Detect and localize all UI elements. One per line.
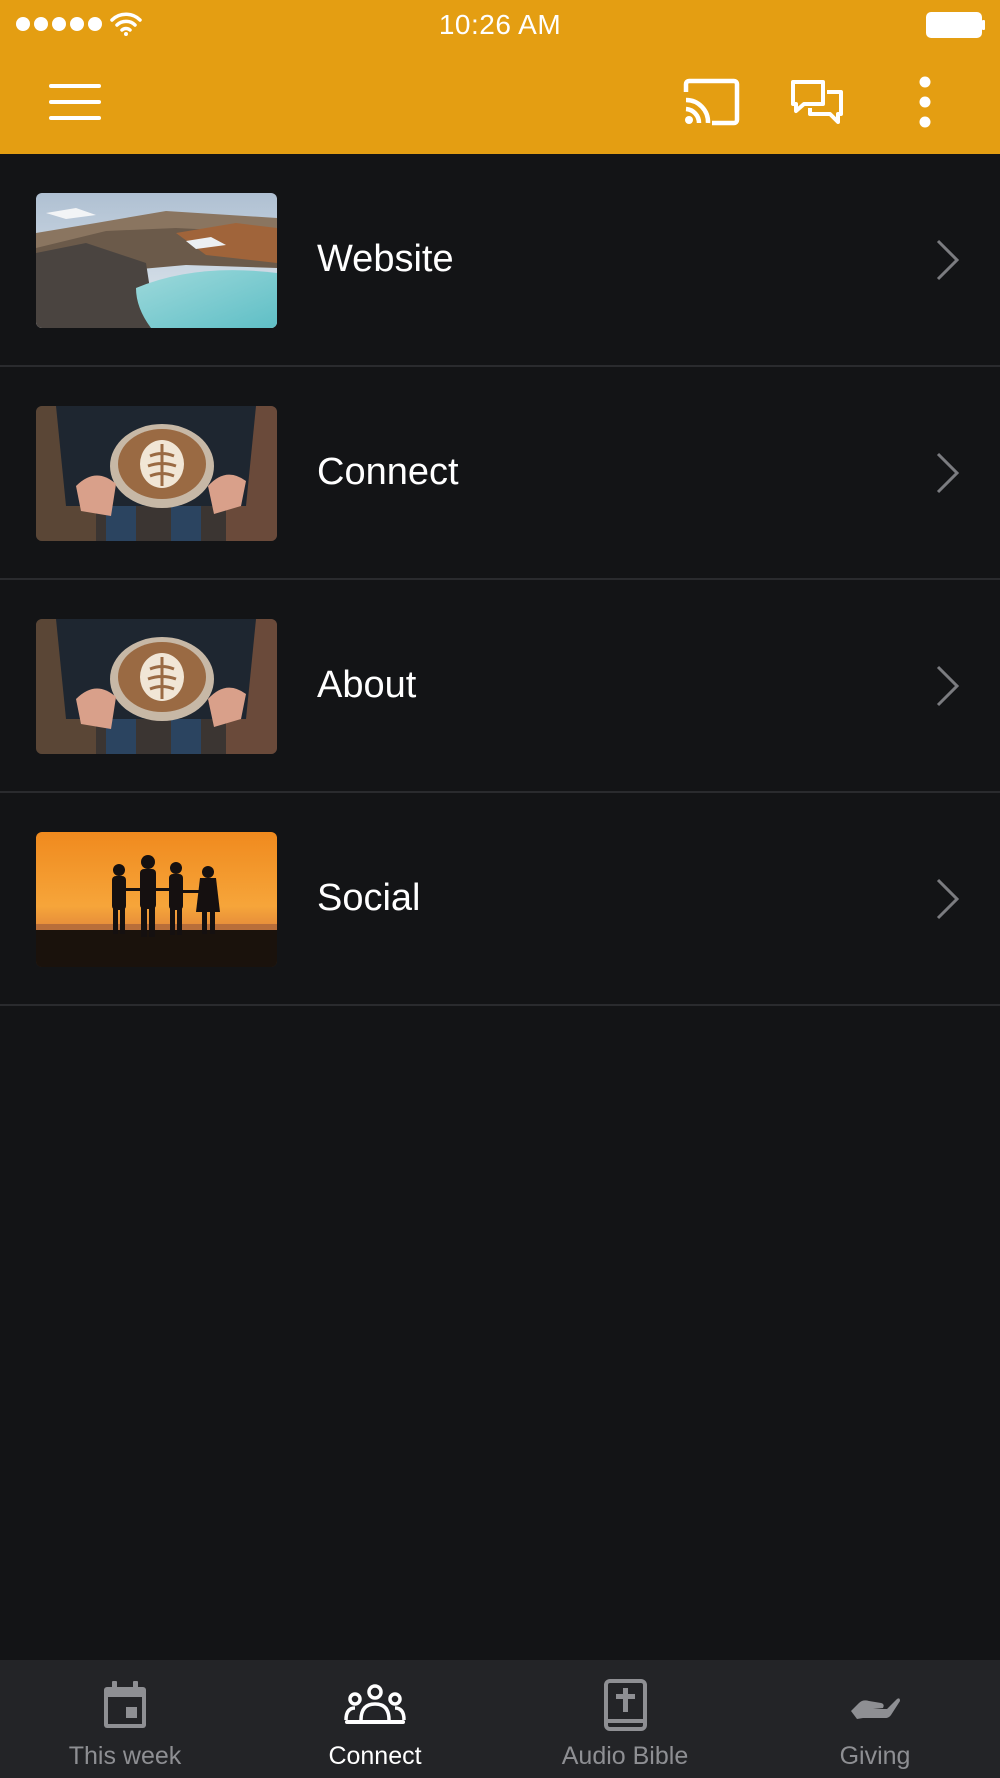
nav-tab-connect[interactable]: Connect xyxy=(250,1660,500,1778)
more-options-button[interactable] xyxy=(880,50,970,154)
battery-icon xyxy=(926,12,985,38)
cast-icon xyxy=(683,78,740,126)
nav-label: Audio Bible xyxy=(561,1742,689,1770)
hamburger-icon xyxy=(49,84,101,120)
bottom-navigation: This week Connect Audio Bible Giving xyxy=(0,1660,1000,1778)
nav-tab-audio-bible[interactable]: Audio Bible xyxy=(500,1660,750,1778)
latte-thumbnail xyxy=(36,406,277,541)
list-item-connect[interactable]: Connect xyxy=(0,367,1000,580)
list-item-social[interactable]: Social xyxy=(0,793,1000,1006)
sunset-silhouette-thumbnail xyxy=(36,832,277,967)
list-item-about[interactable]: About xyxy=(0,580,1000,793)
more-vertical-icon xyxy=(919,76,931,128)
chat-button[interactable] xyxy=(772,50,862,154)
nav-label: Connect xyxy=(328,1742,422,1770)
toolbar xyxy=(0,50,1000,154)
app-screen: 10:26 AM Website Connect About Social Th… xyxy=(0,0,1000,1778)
app-header: 10:26 AM xyxy=(0,0,1000,154)
chevron-right-icon xyxy=(936,239,960,281)
nav-label: This week xyxy=(68,1742,182,1770)
list-item-label: Connect xyxy=(317,451,459,493)
chevron-right-icon xyxy=(936,452,960,494)
cast-button[interactable] xyxy=(666,50,756,154)
menu-button[interactable] xyxy=(30,50,120,154)
connect-list: Website Connect About Social xyxy=(0,154,1000,1006)
bible-book-icon xyxy=(604,1679,647,1731)
chat-bubbles-icon xyxy=(791,80,843,124)
status-time: 10:26 AM xyxy=(438,9,562,40)
people-group-icon xyxy=(344,1684,406,1724)
list-item-label: Website xyxy=(317,238,454,280)
chevron-right-icon xyxy=(936,878,960,920)
giving-hand-icon xyxy=(851,1698,900,1719)
latte-thumbnail xyxy=(36,619,277,754)
chevron-right-icon xyxy=(936,665,960,707)
nav-label: Giving xyxy=(839,1742,911,1770)
status-bar: 10:26 AM xyxy=(0,0,1000,50)
list-item-label: About xyxy=(317,664,417,706)
crater-lake-thumbnail xyxy=(36,193,277,328)
nav-tab-this-week[interactable]: This week xyxy=(0,1660,250,1778)
nav-tab-giving[interactable]: Giving xyxy=(750,1660,1000,1778)
list-item-label: Social xyxy=(317,877,421,919)
list-item-website[interactable]: Website xyxy=(0,154,1000,367)
calendar-icon xyxy=(104,1681,146,1728)
